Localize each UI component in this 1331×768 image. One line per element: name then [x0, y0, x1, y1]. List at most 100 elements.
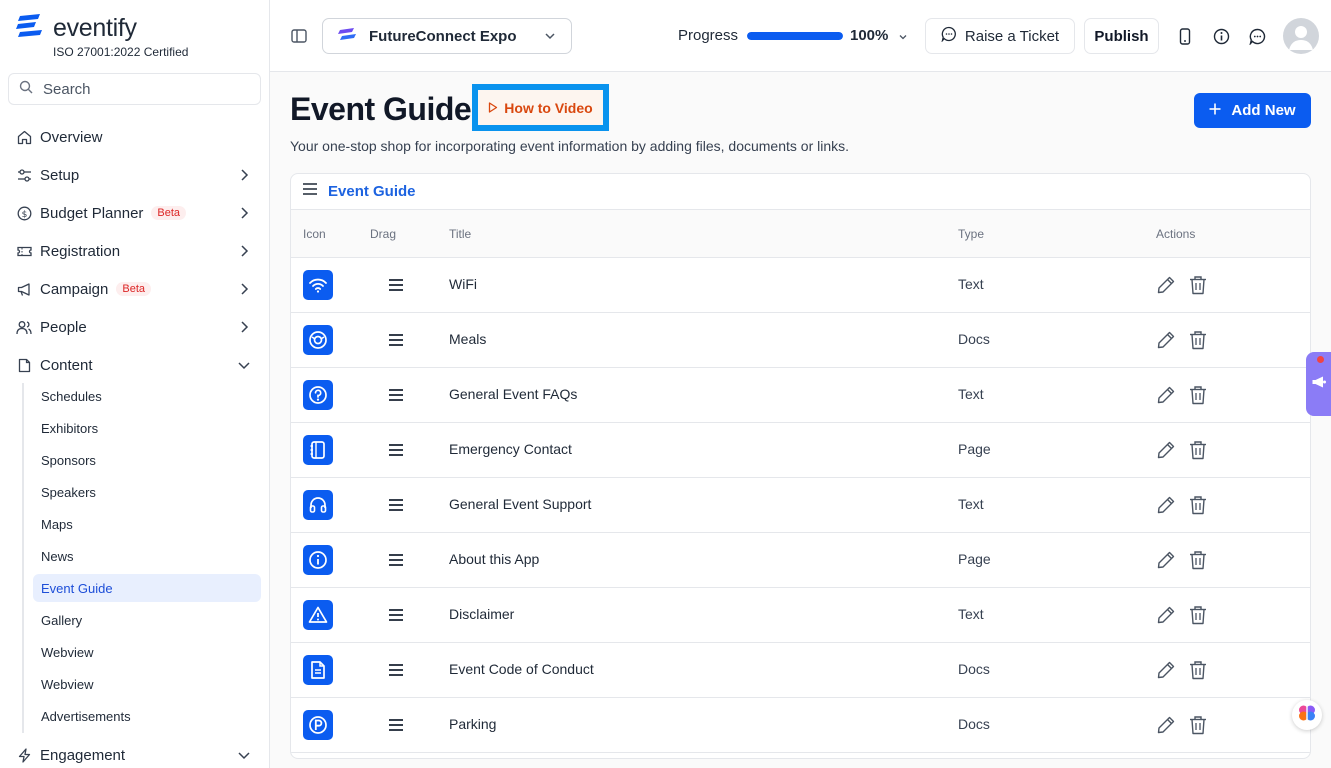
- publish-button[interactable]: Publish: [1084, 18, 1159, 54]
- chevron-down-icon: [236, 357, 252, 373]
- add-new-label: Add New: [1231, 102, 1296, 119]
- drag-handle-icon[interactable]: [387, 277, 405, 293]
- drag-handle-icon[interactable]: [387, 497, 405, 513]
- event-logo-icon: [337, 27, 357, 46]
- play-icon: [488, 100, 498, 116]
- row-type: Docs: [958, 661, 990, 677]
- sidebar-item-campaign[interactable]: Campaign Beta: [8, 272, 262, 306]
- event-selector[interactable]: FutureConnect Expo: [322, 18, 572, 54]
- edit-icon[interactable]: [1156, 715, 1176, 735]
- how-to-video-button[interactable]: How to Video: [478, 90, 603, 125]
- contact-book-icon: [303, 435, 333, 465]
- raise-ticket-button[interactable]: Raise a Ticket: [925, 18, 1075, 54]
- sidebar-subitem-webview-2[interactable]: Webview: [33, 670, 261, 698]
- column-header-icon: Icon: [303, 227, 326, 241]
- brand[interactable]: eventify ISO 27001:2022 Certified: [16, 14, 188, 59]
- ticket-icon: [16, 243, 32, 259]
- content-icon: [16, 357, 32, 373]
- info-icon[interactable]: [1212, 27, 1230, 45]
- edit-icon[interactable]: [1156, 385, 1176, 405]
- sidebar-item-overview[interactable]: Overview: [8, 120, 262, 154]
- sidebar-subitem-event-guide[interactable]: Event Guide: [33, 574, 261, 602]
- sidebar-item-label: Overview: [40, 128, 103, 146]
- menu-icon[interactable]: [302, 182, 318, 201]
- column-header-drag: Drag: [370, 227, 397, 241]
- sidebar-item-setup[interactable]: Setup: [8, 158, 262, 192]
- ai-assistant-button[interactable]: [1292, 700, 1322, 730]
- table-header: Icon Drag Title Type Actions: [291, 210, 1310, 258]
- sidebar-item-budget-planner[interactable]: $ Budget Planner Beta: [8, 196, 262, 230]
- wifi-icon: [303, 270, 333, 300]
- drag-handle-icon[interactable]: [387, 442, 405, 458]
- edit-icon[interactable]: [1156, 605, 1176, 625]
- sidebar-subitem-webview[interactable]: Webview: [33, 638, 261, 666]
- drag-handle-icon[interactable]: [387, 662, 405, 678]
- home-icon: [16, 129, 32, 145]
- megaphone-icon: [16, 281, 32, 297]
- brand-name: eventify: [53, 14, 137, 42]
- chat-icon[interactable]: [1248, 27, 1266, 45]
- chevron-down-icon[interactable]: [897, 30, 909, 48]
- drag-handle-icon[interactable]: [387, 332, 405, 348]
- delete-icon[interactable]: [1189, 275, 1207, 295]
- table-row: Emergency Contact Page: [291, 423, 1310, 478]
- edit-icon[interactable]: [1156, 660, 1176, 680]
- delete-icon[interactable]: [1189, 605, 1207, 625]
- page-title: Event Guide: [290, 91, 472, 127]
- sidebar-subitem-news[interactable]: News: [33, 542, 261, 570]
- edit-icon[interactable]: [1156, 550, 1176, 570]
- row-title: Meals: [449, 331, 487, 347]
- avatar[interactable]: [1283, 18, 1319, 54]
- delete-icon[interactable]: [1189, 495, 1207, 515]
- chevron-down-icon: [543, 29, 557, 48]
- sidebar-subitem-maps[interactable]: Maps: [33, 510, 261, 538]
- sidebar-item-registration[interactable]: Registration: [8, 234, 262, 268]
- add-new-button[interactable]: Add New: [1194, 93, 1311, 128]
- sidebar-subitem-speakers[interactable]: Speakers: [33, 478, 261, 506]
- sidebar-item-content[interactable]: Content: [8, 348, 262, 382]
- column-header-actions: Actions: [1156, 227, 1196, 241]
- sidebar-subitem-schedules[interactable]: Schedules: [33, 382, 261, 410]
- row-title: WiFi: [449, 276, 477, 292]
- topbar: FutureConnect Expo Progress 100% Raise a…: [270, 0, 1331, 72]
- delete-icon[interactable]: [1189, 550, 1207, 570]
- chevron-down-icon: [236, 747, 252, 763]
- sidebar-subitem-exhibitors[interactable]: Exhibitors: [33, 414, 261, 442]
- sidebar-subitem-gallery[interactable]: Gallery: [33, 606, 261, 634]
- edit-icon[interactable]: [1156, 495, 1176, 515]
- sidebar-item-people[interactable]: People: [8, 310, 262, 344]
- column-header-title: Title: [449, 227, 472, 241]
- chevron-right-icon: [236, 167, 252, 183]
- sidebar-item-label: Engagement: [40, 746, 126, 764]
- info-icon: [303, 545, 333, 575]
- search-box[interactable]: [8, 73, 261, 105]
- delete-icon[interactable]: [1189, 715, 1207, 735]
- drag-handle-icon[interactable]: [387, 387, 405, 403]
- edit-icon[interactable]: [1156, 330, 1176, 350]
- search-icon: [19, 80, 33, 99]
- mobile-preview-icon[interactable]: [1176, 27, 1194, 45]
- delete-icon[interactable]: [1189, 330, 1207, 350]
- row-type: Text: [958, 386, 984, 402]
- progress-bar: [747, 32, 843, 40]
- sidebar-item-label: Budget Planner: [40, 204, 144, 222]
- subnav-line: [22, 383, 24, 733]
- drag-handle-icon[interactable]: [387, 607, 405, 623]
- card-title[interactable]: Event Guide: [328, 183, 416, 200]
- sidebar-item-engagement[interactable]: Engagement: [8, 738, 262, 768]
- progress-value: 100%: [850, 27, 889, 44]
- drag-handle-icon[interactable]: [387, 717, 405, 733]
- panel-toggle-icon[interactable]: [290, 27, 308, 45]
- search-input[interactable]: [43, 80, 233, 98]
- edit-icon[interactable]: [1156, 440, 1176, 460]
- table-row: Disclaimer Text: [291, 588, 1310, 643]
- edit-icon[interactable]: [1156, 275, 1176, 295]
- delete-icon[interactable]: [1189, 385, 1207, 405]
- delete-icon[interactable]: [1189, 660, 1207, 680]
- delete-icon[interactable]: [1189, 440, 1207, 460]
- drag-handle-icon[interactable]: [387, 552, 405, 568]
- table-row: About this App Page: [291, 533, 1310, 588]
- sidebar-subitem-sponsors[interactable]: Sponsors: [33, 446, 261, 474]
- sidebar-subitem-advertisements[interactable]: Advertisements: [33, 702, 261, 730]
- sidebar-item-label: Setup: [40, 166, 80, 184]
